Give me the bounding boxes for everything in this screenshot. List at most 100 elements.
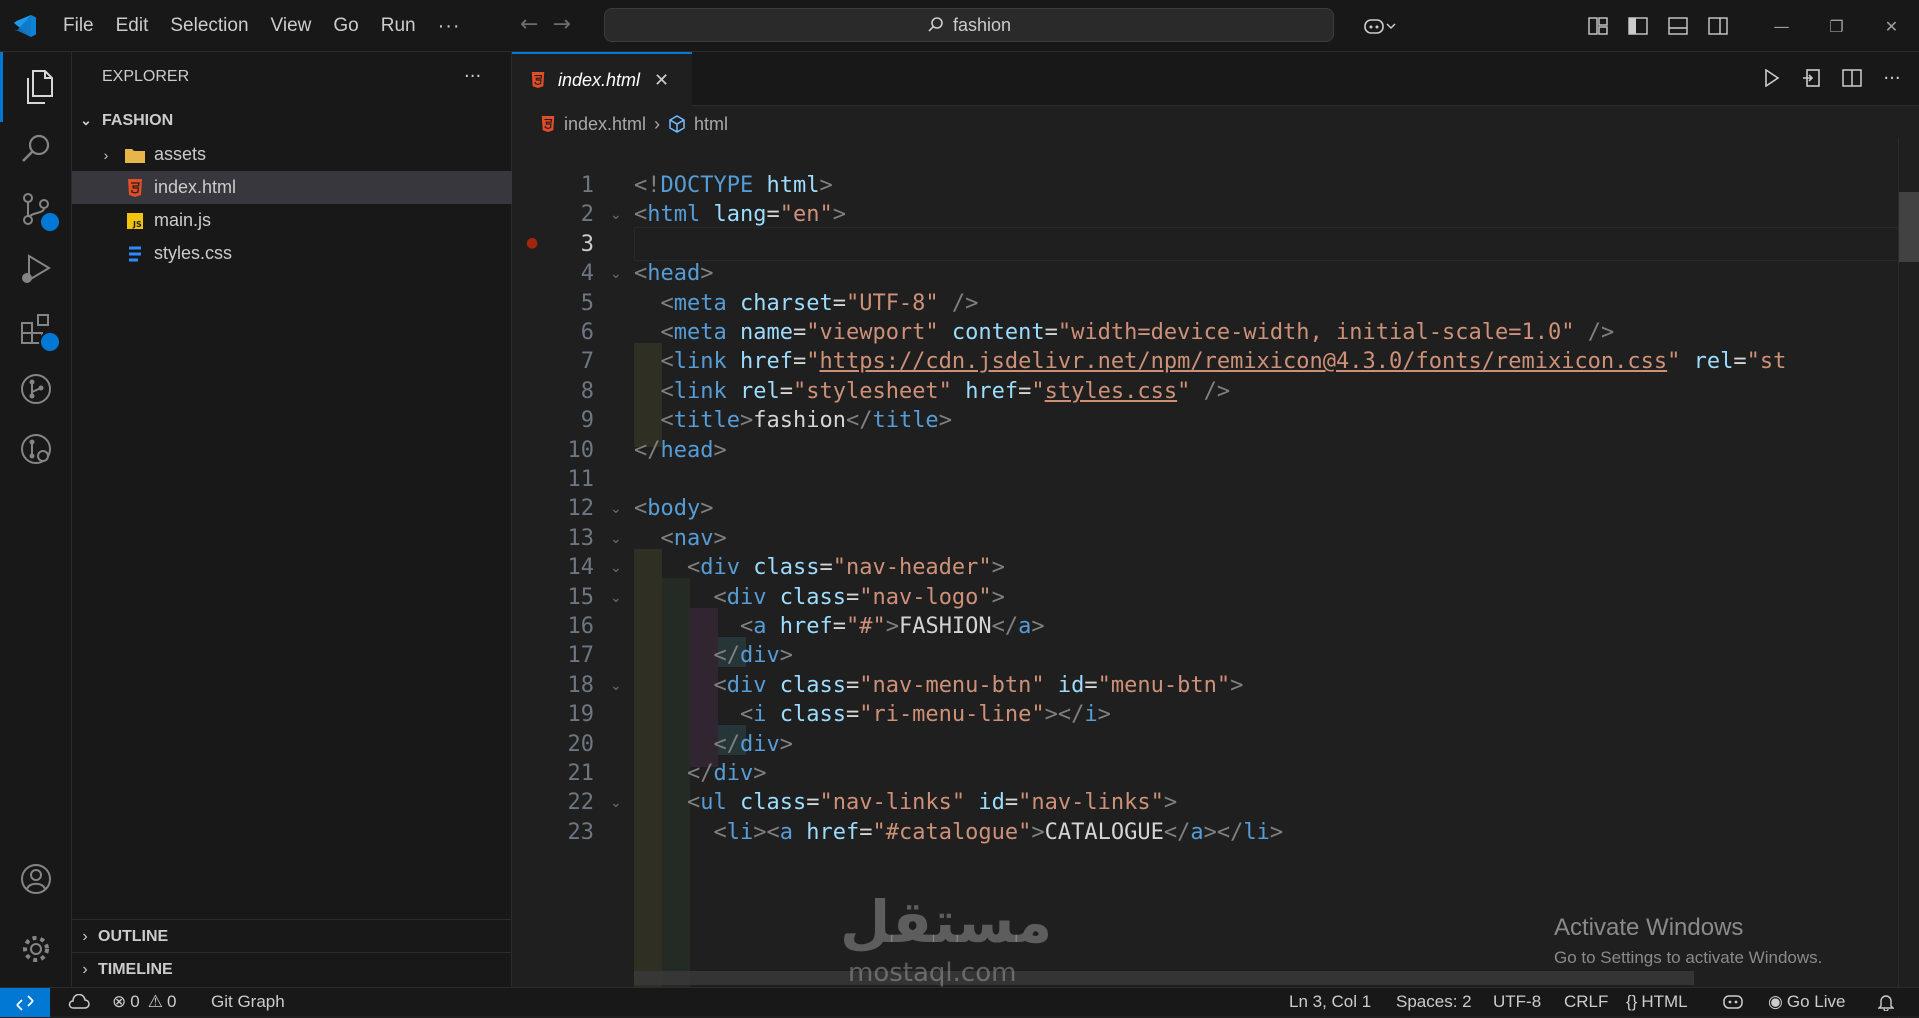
command-center-search[interactable]: fashion bbox=[604, 8, 1334, 42]
tree-item-label: index.html bbox=[154, 177, 237, 197]
html-file-icon bbox=[541, 116, 555, 132]
timeline-label: TIMELINE bbox=[98, 960, 173, 978]
chevron-right-icon: › bbox=[103, 146, 109, 163]
folder-name: FASHION bbox=[102, 111, 174, 129]
activate-windows-watermark: Activate Windows Go to Settings to activ… bbox=[1554, 914, 1822, 968]
vscode-logo-icon bbox=[14, 15, 36, 37]
go-live-button[interactable]: ◉ Go Live bbox=[1768, 988, 1845, 1016]
split-editor-icon[interactable] bbox=[1839, 64, 1865, 92]
search-icon bbox=[928, 17, 943, 32]
accounts-icon[interactable] bbox=[0, 844, 72, 914]
more-actions-icon[interactable]: ··· bbox=[1879, 64, 1905, 92]
braces-icon: {} bbox=[1626, 992, 1638, 1011]
remote-explorer-icon[interactable] bbox=[0, 414, 72, 484]
error-icon: ⊗ bbox=[112, 992, 127, 1011]
go-live-label: Go Live bbox=[1786, 992, 1846, 1011]
code-text: <li><a href="#catalogue">CATALOGUE</a></… bbox=[713, 819, 1284, 845]
minimize-icon[interactable]: — bbox=[1754, 0, 1809, 52]
git-graph-status[interactable]: Git Graph bbox=[211, 988, 285, 1016]
outline-label: OUTLINE bbox=[98, 927, 169, 945]
chevron-down-icon: ⌄ bbox=[80, 112, 92, 128]
remote-indicator[interactable] bbox=[0, 988, 50, 1017]
language-mode[interactable]: {} HTML bbox=[1626, 988, 1688, 1016]
cloud-sync-icon bbox=[68, 994, 90, 1009]
menu-bar: File Edit Selection View Go Run ··· bbox=[52, 0, 472, 52]
vertical-scrollbar[interactable] bbox=[1898, 138, 1919, 1018]
code-line[interactable]: 23 <li><a href="#catalogue">CATALOGUE</a… bbox=[512, 815, 1919, 851]
js-file-icon: JS bbox=[127, 212, 143, 229]
menu-more-button[interactable]: ··· bbox=[427, 0, 472, 52]
folder-header-fashion[interactable]: ⌄ FASHION bbox=[72, 104, 515, 137]
open-changes-icon[interactable] bbox=[1799, 64, 1825, 92]
menu-file[interactable]: File bbox=[52, 0, 105, 52]
copilot-status-icon[interactable] bbox=[1722, 988, 1744, 1016]
html-element-icon bbox=[669, 115, 685, 133]
timeline-section[interactable]: › TIMELINE bbox=[72, 952, 511, 986]
tree-item-label: assets bbox=[154, 144, 207, 164]
activity-bar bbox=[0, 52, 72, 987]
run-file-icon[interactable] bbox=[1759, 64, 1785, 92]
notifications-bell-icon[interactable] bbox=[1878, 988, 1894, 1016]
settings-gear-icon[interactable] bbox=[0, 914, 72, 984]
html-file-icon bbox=[128, 178, 142, 197]
menu-run[interactable]: Run bbox=[370, 0, 427, 52]
html-file-icon bbox=[531, 72, 545, 88]
outline-section[interactable]: › OUTLINE bbox=[72, 919, 511, 953]
tree-item-label: styles.css bbox=[154, 243, 233, 263]
sidebar-more-button[interactable]: ··· bbox=[464, 66, 481, 87]
sync-status[interactable] bbox=[68, 988, 90, 1016]
tab-index-html[interactable]: index.html ✕ bbox=[512, 52, 692, 106]
css-file-icon bbox=[129, 246, 141, 261]
editor-area: index.html ✕ ··· index.html › html 1 <!DO… bbox=[512, 52, 1919, 1018]
tree-item-assets[interactable]: › assets bbox=[72, 138, 535, 171]
tree-item-label: main.js bbox=[154, 210, 212, 230]
cursor-position[interactable]: Ln 3, Col 1 bbox=[1289, 988, 1371, 1016]
clock-badge-icon bbox=[39, 331, 61, 353]
horizontal-scrollbar[interactable] bbox=[634, 971, 1694, 985]
error-count: 0 bbox=[130, 992, 140, 1011]
tab-bar: index.html ✕ ··· bbox=[512, 52, 1919, 106]
chevron-right-icon: › bbox=[82, 927, 88, 945]
language-label: HTML bbox=[1641, 992, 1688, 1011]
breadcrumb-file[interactable]: index.html bbox=[564, 114, 646, 135]
back-arrow-icon[interactable]: ← bbox=[520, 12, 538, 37]
activate-windows-subtitle: Go to Settings to activate Windows. bbox=[1554, 948, 1823, 967]
editor-actions: ··· bbox=[1759, 64, 1905, 92]
forward-arrow-icon[interactable]: → bbox=[552, 12, 570, 37]
problems-status[interactable]: ⊗ 0 ⚠ 0 bbox=[112, 988, 176, 1016]
toggle-secondary-sidebar-icon[interactable] bbox=[1698, 0, 1738, 52]
window-controls: — ❐ ✕ bbox=[1754, 0, 1919, 52]
customize-layout-icon[interactable] bbox=[1578, 0, 1618, 52]
chevron-right-icon: › bbox=[82, 960, 88, 978]
menu-selection[interactable]: Selection bbox=[159, 0, 259, 52]
indentation[interactable]: Spaces: 2 bbox=[1396, 988, 1472, 1016]
menu-view[interactable]: View bbox=[260, 0, 323, 52]
restore-icon[interactable]: ❐ bbox=[1809, 0, 1864, 52]
mostaql-logo-watermark: مستقل bbox=[840, 888, 1053, 956]
end-of-line[interactable]: CRLF bbox=[1564, 988, 1608, 1016]
tree-item-index-html[interactable]: index.html bbox=[72, 171, 565, 204]
clock-badge-icon bbox=[39, 211, 61, 233]
menu-go[interactable]: Go bbox=[322, 0, 369, 52]
menu-edit[interactable]: Edit bbox=[105, 0, 160, 52]
toggle-primary-sidebar-icon[interactable] bbox=[1618, 0, 1658, 52]
tree-item-styles-css[interactable]: styles.css bbox=[72, 237, 565, 270]
breadcrumb-symbol[interactable]: html bbox=[694, 114, 728, 135]
remote-icon bbox=[16, 994, 34, 1011]
warning-count: 0 bbox=[166, 992, 177, 1011]
history-nav: ← → bbox=[520, 12, 571, 37]
tree-item-main-js[interactable]: JS main.js bbox=[72, 204, 565, 237]
copilot-icon[interactable] bbox=[1352, 0, 1408, 52]
broadcast-icon: ◉ bbox=[1768, 992, 1783, 1011]
close-window-icon[interactable]: ✕ bbox=[1864, 0, 1919, 52]
chevron-right-icon: › bbox=[654, 113, 661, 134]
encoding[interactable]: UTF-8 bbox=[1493, 988, 1541, 1016]
explorer-icon[interactable] bbox=[0, 52, 72, 122]
toggle-panel-icon[interactable] bbox=[1658, 0, 1698, 52]
title-right-controls bbox=[1352, 0, 1738, 52]
breadcrumb: index.html › html bbox=[540, 108, 728, 140]
folder-icon bbox=[125, 148, 145, 163]
scrollbar-thumb[interactable] bbox=[1899, 192, 1919, 262]
close-tab-icon[interactable]: ✕ bbox=[654, 70, 669, 91]
warning-icon: ⚠ bbox=[147, 992, 163, 1011]
